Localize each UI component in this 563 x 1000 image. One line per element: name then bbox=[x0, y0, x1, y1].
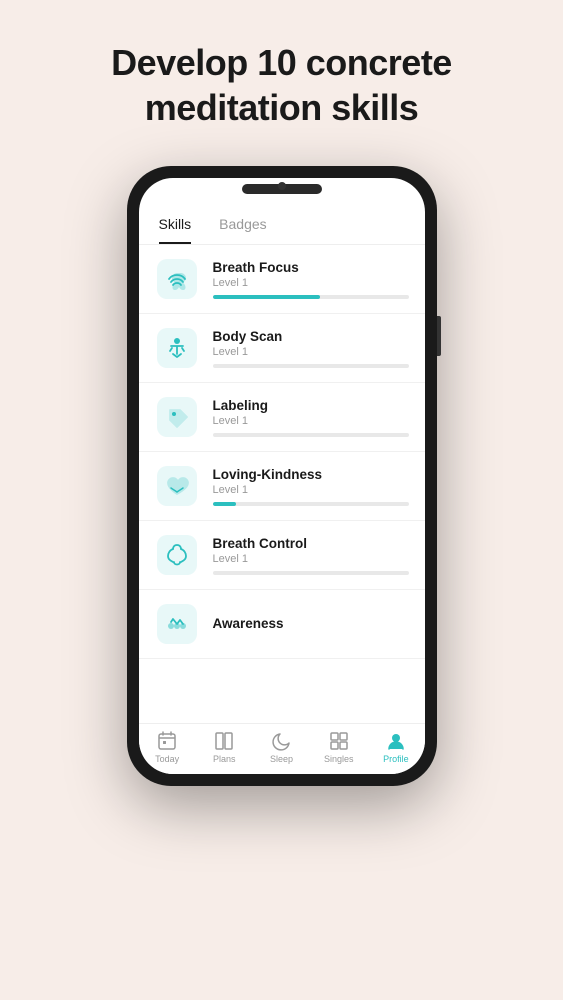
sleep-icon bbox=[271, 730, 293, 752]
skill-labeling[interactable]: Labeling Level 1 bbox=[139, 383, 425, 452]
skill-name: Loving-Kindness bbox=[213, 467, 409, 482]
skill-body-scan-info: Body Scan Level 1 bbox=[213, 329, 409, 368]
skill-breath-control-info: Breath Control Level 1 bbox=[213, 536, 409, 575]
progress-bg bbox=[213, 295, 409, 299]
progress-bg bbox=[213, 433, 409, 437]
phone-mockup: Skills Badges bbox=[127, 166, 437, 786]
progress-fill bbox=[213, 502, 237, 506]
profile-icon bbox=[385, 730, 407, 752]
body-scan-icon bbox=[155, 326, 199, 370]
progress-bg bbox=[213, 571, 409, 575]
skill-awareness-info: Awareness bbox=[213, 616, 409, 633]
nav-profile[interactable]: Profile bbox=[367, 730, 424, 764]
nav-sleep[interactable]: Sleep bbox=[253, 730, 310, 764]
nav-singles[interactable]: Singles bbox=[310, 730, 367, 764]
headline: Develop 10 concrete meditation skills bbox=[111, 40, 452, 130]
labeling-icon bbox=[155, 395, 199, 439]
progress-fill bbox=[213, 295, 321, 299]
progress-bg bbox=[213, 364, 409, 368]
skill-breath-control[interactable]: Breath Control Level 1 bbox=[139, 521, 425, 590]
skill-breath-focus[interactable]: Breath Focus Level 1 bbox=[139, 245, 425, 314]
skill-name: Labeling bbox=[213, 398, 409, 413]
skill-level: Level 1 bbox=[213, 415, 409, 427]
tab-badges[interactable]: Badges bbox=[219, 216, 266, 244]
skill-awareness[interactable]: Awareness bbox=[139, 590, 425, 659]
today-icon bbox=[156, 730, 178, 752]
breath-focus-icon bbox=[155, 257, 199, 301]
plans-icon bbox=[213, 730, 235, 752]
skill-name: Breath Control bbox=[213, 536, 409, 551]
tab-skills[interactable]: Skills bbox=[159, 216, 192, 244]
skill-loving-kindness[interactable]: Loving-Kindness Level 1 bbox=[139, 452, 425, 521]
singles-icon bbox=[328, 730, 350, 752]
skill-level: Level 1 bbox=[213, 484, 409, 496]
skill-level: Level 1 bbox=[213, 346, 409, 358]
skill-name: Awareness bbox=[213, 616, 409, 631]
nav-today[interactable]: Today bbox=[139, 730, 196, 764]
breath-control-icon bbox=[155, 533, 199, 577]
skill-level: Level 1 bbox=[213, 277, 409, 289]
loving-kindness-icon bbox=[155, 464, 199, 508]
awareness-icon bbox=[155, 602, 199, 646]
nav-plans[interactable]: Plans bbox=[196, 730, 253, 764]
skill-name: Body Scan bbox=[213, 329, 409, 344]
tab-bar: Skills Badges bbox=[139, 202, 425, 245]
nav-sleep-label: Sleep bbox=[270, 754, 293, 764]
bottom-navigation: Today Plans bbox=[139, 723, 425, 774]
skill-loving-kindness-info: Loving-Kindness Level 1 bbox=[213, 467, 409, 506]
skill-breath-focus-info: Breath Focus Level 1 bbox=[213, 260, 409, 299]
nav-singles-label: Singles bbox=[324, 754, 354, 764]
nav-plans-label: Plans bbox=[213, 754, 236, 764]
phone-screen: Skills Badges bbox=[139, 178, 425, 774]
nav-profile-label: Profile bbox=[383, 754, 409, 764]
skill-level: Level 1 bbox=[213, 553, 409, 565]
skill-body-scan[interactable]: Body Scan Level 1 bbox=[139, 314, 425, 383]
nav-today-label: Today bbox=[155, 754, 179, 764]
skill-name: Breath Focus bbox=[213, 260, 409, 275]
skills-list: Breath Focus Level 1 bbox=[139, 245, 425, 723]
progress-bg bbox=[213, 502, 409, 506]
skill-labeling-info: Labeling Level 1 bbox=[213, 398, 409, 437]
